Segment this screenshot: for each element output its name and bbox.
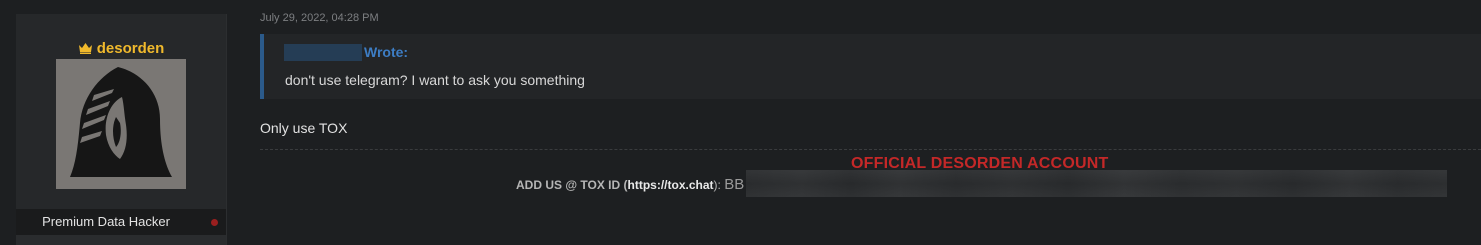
signature-divider [260,149,1481,150]
user-panel: desorden Premium Data Hacker [16,14,227,245]
username[interactable]: desorden [97,40,165,57]
tox-add-label: ADD US @ TOX ID ( [516,178,628,192]
offline-status-icon [211,219,218,226]
user-panel-footer [16,235,226,245]
post-message: Only use TOX [260,120,348,136]
tox-id-prefix: BB [724,176,745,193]
forum-post: desorden Premium Data Hacker July 29, 20… [0,0,1481,245]
quote-wrote-label: Wrote: [364,44,409,60]
user-title: Premium Data Hacker [42,214,170,229]
redacted-tox-id [746,170,1447,197]
quote-block: Wrote: don't use telegram? I want to ask… [260,34,1481,99]
signature-tox-line: ADD US @ TOX ID (https://tox.chat): BB [516,176,744,194]
hooded-figure-avatar-image [56,59,186,189]
redacted-quote-author [284,44,362,61]
user-title-bar: Premium Data Hacker [16,209,226,235]
avatar[interactable] [56,59,186,189]
tox-after-link: ): [713,178,721,192]
post-date[interactable]: July 29, 2022, 04:28 PM [260,11,379,25]
quote-text: don't use telegram? I want to ask you so… [285,72,585,88]
tox-chat-link[interactable]: https://tox.chat [628,178,714,192]
crown-icon [78,43,92,54]
username-row: desorden [16,40,226,58]
